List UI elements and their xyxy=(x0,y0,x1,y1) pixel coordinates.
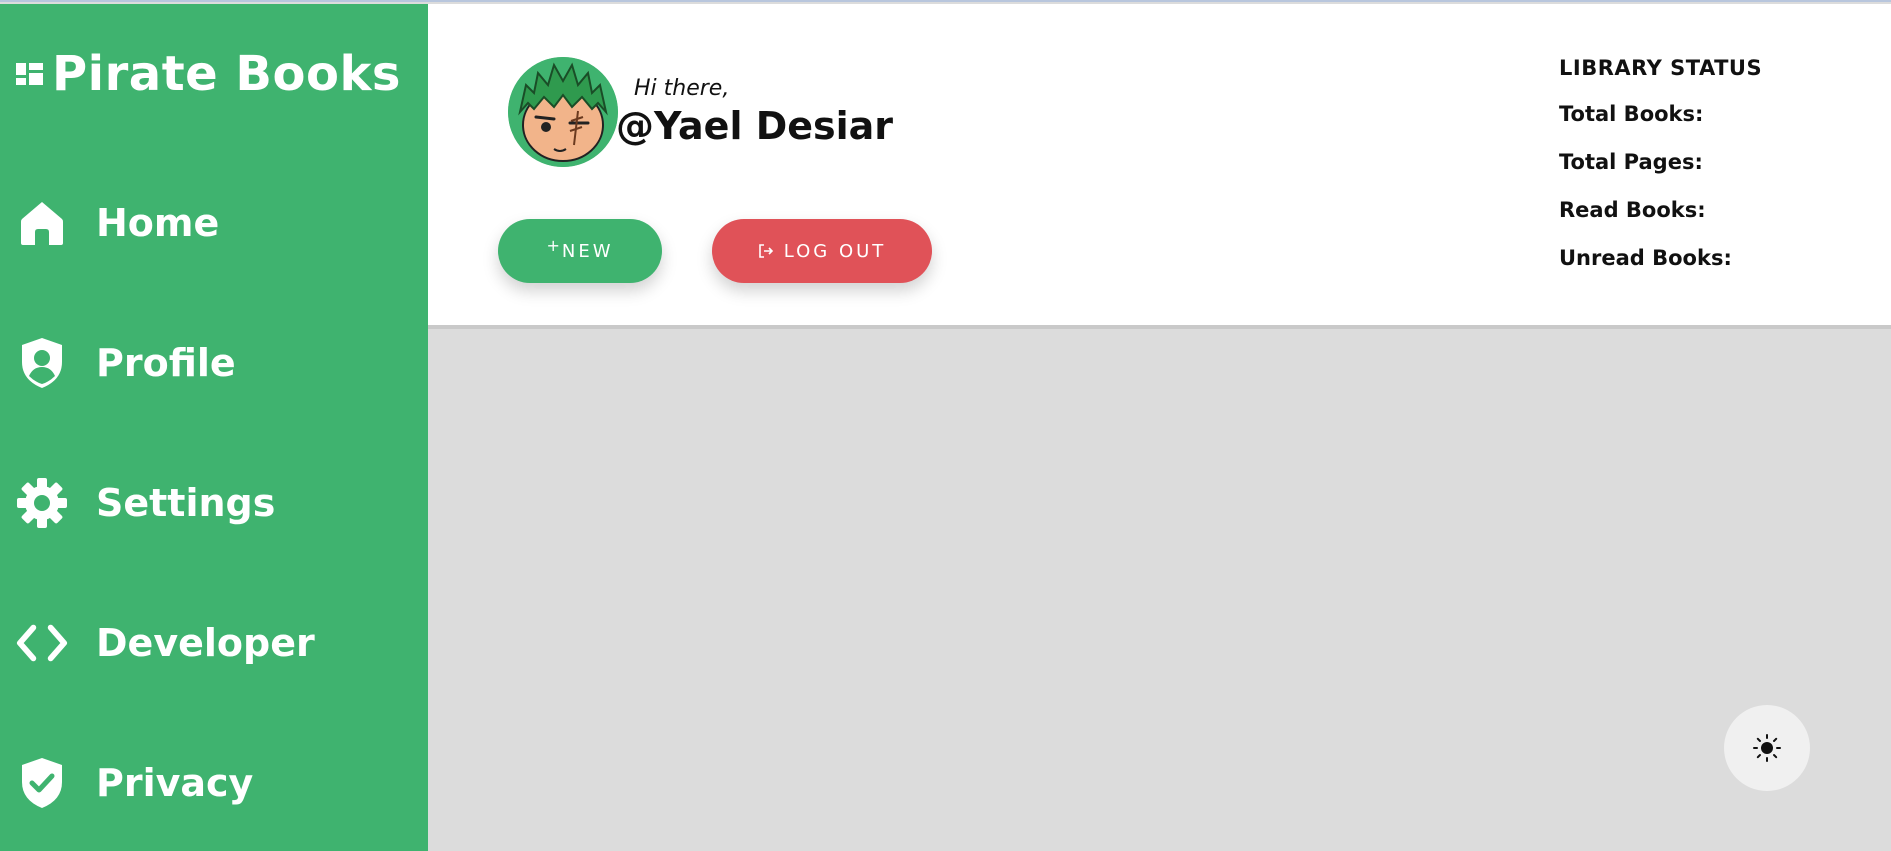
username: @Yael Desiar xyxy=(616,104,894,148)
app-root: Pirate Books Home Profile Settings Devel… xyxy=(0,0,1891,851)
new-button-label: NEW xyxy=(561,240,614,262)
avatar[interactable] xyxy=(508,57,618,167)
library-status: LIBRARY STATUS Total Books: Total Pages:… xyxy=(1559,56,1762,294)
sidebar-item-home[interactable]: Home xyxy=(0,178,428,268)
home-icon xyxy=(16,197,68,249)
status-total-books: Total Books: xyxy=(1559,102,1762,150)
library-status-title: LIBRARY STATUS xyxy=(1559,56,1763,80)
app-title: Pirate Books xyxy=(52,46,401,102)
logout-button[interactable]: LOG OUT xyxy=(712,219,932,283)
logout-button-label: LOG OUT xyxy=(783,240,887,262)
shield-check-icon xyxy=(16,757,68,809)
sidebar-item-label: Profile xyxy=(96,341,236,385)
sidebar-item-profile[interactable]: Profile xyxy=(0,318,428,408)
sidebar-item-label: Developer xyxy=(96,621,315,665)
dashboard-icon xyxy=(16,63,43,85)
status-label: Unread Books: xyxy=(1559,246,1732,270)
status-unread-books: Unread Books: xyxy=(1559,246,1762,294)
status-read-books: Read Books: xyxy=(1559,198,1762,246)
sidebar-item-privacy[interactable]: Privacy xyxy=(0,738,428,828)
sidebar-item-label: Privacy xyxy=(96,761,254,805)
app-logo[interactable]: Pirate Books xyxy=(14,46,401,102)
sidebar-item-developer[interactable]: Developer xyxy=(0,598,428,688)
status-label: Read Books: xyxy=(1559,198,1706,222)
greeting-text: Hi there, xyxy=(634,76,730,101)
status-label: Total Books: xyxy=(1559,102,1704,126)
new-book-button[interactable]: + NEW xyxy=(498,219,662,283)
status-total-pages: Total Pages: xyxy=(1559,150,1762,198)
plus-icon: + xyxy=(546,235,560,255)
status-label: Total Pages: xyxy=(1559,150,1703,174)
code-icon xyxy=(16,617,68,669)
sidebar-item-label: Settings xyxy=(96,481,276,525)
avatar-image xyxy=(508,57,618,167)
sidebar: Pirate Books Home Profile Settings Devel… xyxy=(0,4,428,851)
theme-toggle-button[interactable] xyxy=(1724,705,1810,791)
sidebar-item-settings[interactable]: Settings xyxy=(0,458,428,548)
user-shield-icon xyxy=(16,337,68,389)
sun-icon xyxy=(1753,734,1781,762)
logout-icon xyxy=(758,243,774,259)
sidebar-item-label: Home xyxy=(96,201,220,245)
gear-icon xyxy=(16,477,68,529)
profile-header: Hi there, @Yael Desiar + NEW LOG OUT LIB… xyxy=(428,4,1891,329)
